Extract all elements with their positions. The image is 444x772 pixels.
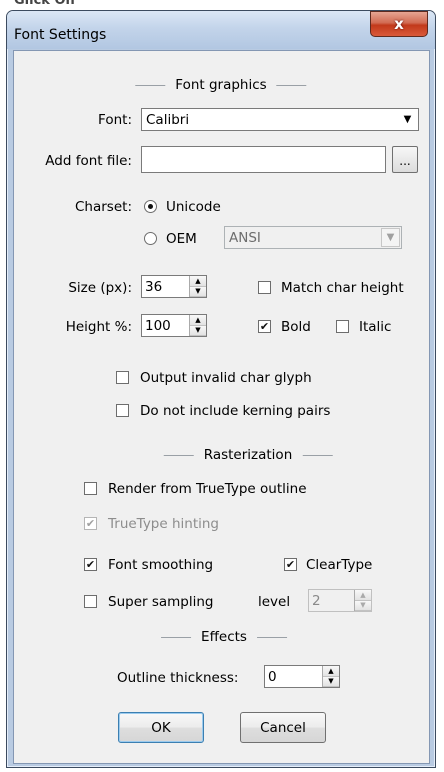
bold-checkbox[interactable]: ✔	[258, 320, 271, 333]
oem-codepage-dropdown: ANSI ▼	[224, 226, 402, 249]
charset-label: Charset:	[75, 199, 132, 215]
effects-heading: Effects	[151, 629, 297, 645]
window-title: Font Settings	[14, 27, 107, 43]
chevron-down-icon: ▼	[403, 114, 412, 125]
size-stepper-arrows[interactable]: ▲ ▼	[189, 276, 206, 297]
output-invalid-glyph-checkbox[interactable]	[116, 371, 129, 384]
cleartype-label: ClearType	[306, 557, 373, 573]
stepper-up-icon[interactable]: ▲	[190, 276, 206, 287]
add-font-file-input[interactable]	[141, 146, 386, 173]
truetype-hinting-checkbox: ✔	[84, 517, 97, 530]
check-icon: ✔	[85, 558, 96, 571]
level-stepper: 2 ▲ ▼	[308, 589, 372, 612]
font-graphics-heading: Font graphics	[125, 77, 316, 93]
browse-ellipsis: ...	[399, 154, 411, 168]
stepper-up-icon[interactable]: ▲	[323, 666, 339, 677]
stepper-down-icon[interactable]: ▼	[190, 286, 206, 297]
super-sampling-checkbox[interactable]	[84, 595, 97, 608]
oem-codepage-value: ANSI	[229, 229, 261, 246]
font-dropdown-value: Calibri	[146, 111, 190, 128]
level-label: level	[258, 594, 291, 610]
italic-label: Italic	[359, 319, 392, 335]
radio-dot	[148, 204, 153, 209]
truetype-hinting-label: TrueType hinting	[108, 516, 220, 532]
cancel-button[interactable]: Cancel	[240, 712, 326, 743]
level-stepper-arrows: ▲ ▼	[354, 590, 371, 611]
charset-oem-radio[interactable]	[144, 232, 157, 245]
rasterization-heading: Rasterization	[154, 447, 343, 463]
match-char-height-label: Match char height	[281, 280, 404, 296]
level-value: 2	[312, 592, 321, 609]
font-label: Font:	[98, 112, 132, 128]
close-button[interactable]: x	[370, 11, 428, 37]
close-icon: x	[394, 15, 404, 33]
charset-unicode-label: Unicode	[166, 199, 221, 215]
check-icon: ✔	[85, 517, 96, 530]
outline-thickness-stepper-arrows[interactable]: ▲ ▼	[322, 666, 339, 687]
bold-label: Bold	[281, 319, 311, 335]
clipped-top-text: Glick On	[14, 0, 75, 8]
chevron-down-icon: ▼	[381, 228, 400, 247]
height-stepper-arrows[interactable]: ▲ ▼	[189, 315, 206, 336]
check-icon: ✔	[285, 558, 296, 571]
stepper-up-icon[interactable]: ▲	[190, 315, 206, 326]
super-sampling-label: Super sampling	[108, 594, 214, 610]
ok-button-label: OK	[151, 719, 171, 736]
font-dropdown[interactable]: Calibri ▼	[141, 108, 419, 131]
size-value: 36	[145, 278, 163, 295]
height-value: 100	[145, 317, 171, 334]
no-kerning-label: Do not include kerning pairs	[140, 403, 331, 419]
check-icon: ✔	[259, 320, 270, 333]
stepper-down-icon: ▼	[355, 600, 371, 611]
render-truetype-checkbox[interactable]	[84, 482, 97, 495]
browse-button[interactable]: ...	[392, 146, 418, 173]
ok-button[interactable]: OK	[118, 712, 204, 743]
outline-thickness-label: Outline thickness:	[117, 670, 239, 686]
italic-checkbox[interactable]	[336, 320, 349, 333]
size-label: Size (px):	[68, 280, 132, 296]
size-stepper[interactable]: 36 ▲ ▼	[141, 275, 207, 298]
stepper-down-icon[interactable]: ▼	[190, 325, 206, 336]
font-smoothing-label: Font smoothing	[108, 557, 214, 573]
no-kerning-checkbox[interactable]	[116, 404, 129, 417]
cancel-button-label: Cancel	[260, 719, 306, 736]
height-label: Height %:	[65, 319, 132, 335]
add-font-file-label: Add font file:	[45, 153, 132, 169]
height-stepper[interactable]: 100 ▲ ▼	[141, 314, 207, 337]
render-truetype-label: Render from TrueType outline	[108, 481, 307, 497]
charset-oem-label: OEM	[166, 231, 197, 247]
charset-unicode-radio[interactable]	[144, 200, 157, 213]
outline-thickness-value: 0	[268, 668, 277, 685]
outline-thickness-stepper[interactable]: 0 ▲ ▼	[264, 665, 340, 688]
match-char-height-checkbox[interactable]	[258, 281, 271, 294]
stepper-down-icon[interactable]: ▼	[323, 676, 339, 687]
font-smoothing-checkbox[interactable]: ✔	[84, 558, 97, 571]
output-invalid-glyph-label: Output invalid char glyph	[140, 370, 312, 386]
cleartype-checkbox[interactable]: ✔	[284, 558, 297, 571]
stepper-up-icon: ▲	[355, 590, 371, 601]
